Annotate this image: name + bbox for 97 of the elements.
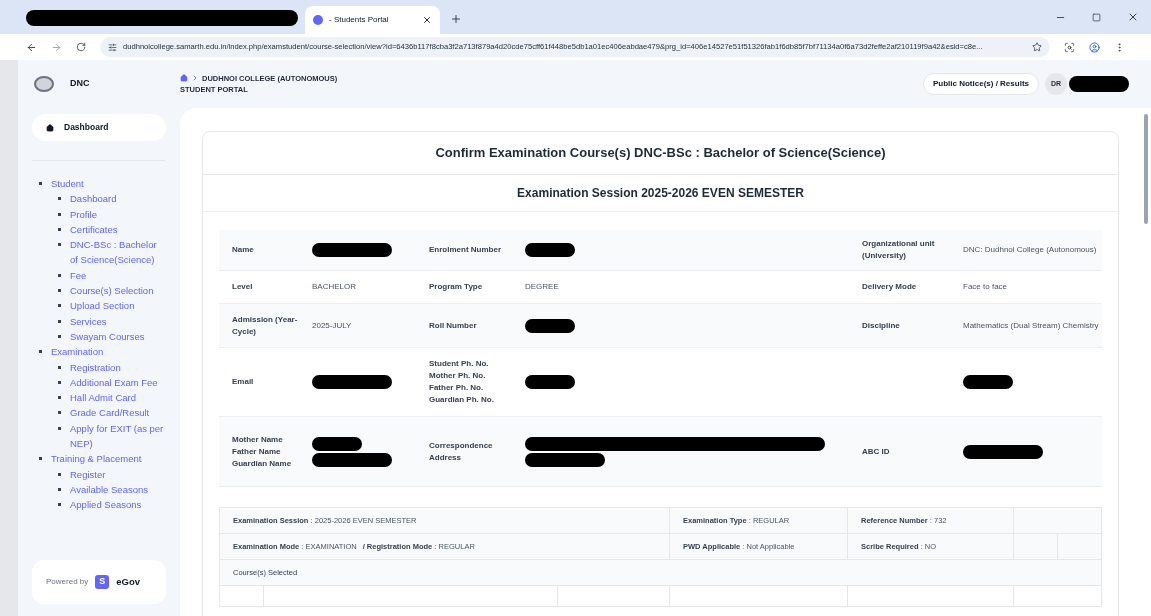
field-label: Organizational unit (University): [862, 238, 936, 262]
menu-link[interactable]: Profile: [70, 206, 97, 222]
bullet-icon: [58, 380, 61, 384]
home-icon[interactable]: [180, 74, 188, 83]
bullet-icon: [58, 503, 61, 507]
restore-icon[interactable]: [1092, 13, 1101, 22]
bullet-icon: [58, 304, 61, 308]
redaction-bar: [525, 375, 575, 389]
card-title: Confirm Examination Course(s) DNC-BSc : Bachelor of Science(Science): [435, 144, 886, 163]
dashboard-button[interactable]: Dashboard: [32, 114, 166, 141]
bullet-icon: [58, 319, 61, 323]
browser-tab[interactable]: - Students Portal: [305, 6, 440, 34]
menu-link[interactable]: Course(s) Selection: [70, 283, 154, 299]
menu-link[interactable]: Additional Exam Fee: [70, 374, 158, 391]
field-label: Admission (Year-Cycle): [232, 313, 299, 338]
field-label: Student Ph. No.: [429, 358, 490, 370]
field-label: Father Name: [232, 445, 282, 458]
bullet-icon: [58, 243, 61, 247]
bullet-icon: [58, 472, 61, 476]
powered-by-label: Powered by: [46, 576, 89, 588]
star-icon[interactable]: [1032, 42, 1042, 52]
bullet-icon: [39, 350, 42, 354]
back-icon[interactable]: [26, 41, 37, 53]
field-label: Mother Ph. No.: [429, 370, 487, 382]
menu-link[interactable]: Fee: [70, 267, 87, 284]
field-label: Level: [232, 281, 254, 293]
egov-logo-icon: S: [95, 575, 110, 589]
bullet-icon: [58, 411, 61, 415]
field-value: BACHELOR: [312, 281, 356, 293]
field-value: Face to face: [963, 281, 1008, 293]
menu-link[interactable]: Upload Section: [70, 298, 135, 314]
menu-link[interactable]: Services: [70, 313, 107, 329]
field-value: DEGREE: [525, 281, 559, 293]
address-field[interactable]: [100, 37, 1050, 57]
field-label: Guardian Name: [232, 457, 293, 470]
bullet-icon: [58, 273, 61, 277]
menu-link[interactable]: Registration: [70, 359, 121, 375]
bullet-icon: [58, 197, 61, 201]
field-label: Email: [232, 376, 255, 388]
redaction-bar: [963, 375, 1013, 389]
home-icon: [46, 123, 54, 132]
bullet-icon: [58, 334, 61, 338]
menu-link[interactable]: Examination: [51, 344, 104, 360]
new-tab-icon[interactable]: [450, 13, 462, 25]
redaction-bar: [1069, 76, 1129, 92]
bullet-icon: [58, 289, 61, 293]
menu-link[interactable]: Hall Admit Card: [70, 390, 136, 406]
field-label: Program Type: [429, 281, 484, 293]
field-value: DNC: Dudhnoi College (Autonomous): [963, 244, 1097, 256]
menu-link[interactable]: Training & Placement: [51, 451, 142, 467]
bullet-icon: [58, 212, 61, 216]
tab-title: - Students Portal: [329, 14, 390, 26]
menu-link[interactable]: Swayam Courses: [70, 328, 145, 345]
field-label: Mother Name: [232, 433, 284, 446]
site-logo-icon: [313, 15, 323, 25]
college-emblem-icon: [34, 76, 54, 92]
site-settings-icon[interactable]: [108, 42, 117, 52]
menu-link[interactable]: Dashboard: [70, 191, 117, 207]
field-label: ABC ID: [862, 445, 891, 458]
profile-icon[interactable]: [1089, 41, 1100, 53]
bullet-icon: [58, 365, 61, 369]
scrollbar[interactable]: [1140, 108, 1151, 616]
bullet-icon: [58, 487, 61, 491]
field-value: 2025-JULY: [312, 319, 352, 332]
close-icon[interactable]: [422, 15, 432, 25]
field-label: Enrolment Number: [429, 244, 502, 256]
menu-link[interactable]: Grade Card/Result: [70, 405, 150, 421]
menu-link[interactable]: DNC-BSc : Bachelor of Science(Science): [70, 237, 166, 268]
field-label: Roll Number: [429, 319, 478, 332]
egov-brand: eGov: [116, 574, 140, 589]
field-label: Delivery Mode: [862, 281, 918, 293]
reload-icon[interactable]: [76, 42, 86, 52]
field-label: Name: [232, 244, 255, 256]
field-label: Correspondence Address: [429, 439, 494, 464]
redaction-bar: [525, 318, 575, 333]
menu-link[interactable]: Student: [51, 176, 84, 192]
field-label: Father Ph. No.: [429, 382, 485, 394]
menu-link[interactable]: Available Seasons: [70, 481, 148, 498]
session-title: Examination Session 2025-2026 EVEN SEMESTER: [517, 185, 804, 202]
menu-link[interactable]: Apply for EXIT (as per NEP): [70, 420, 166, 452]
bullet-icon: [58, 227, 61, 231]
lens-icon[interactable]: [1064, 41, 1075, 53]
menu-link[interactable]: Register: [70, 466, 106, 482]
menu-link[interactable]: Applied Seasons: [70, 497, 142, 513]
chevron-icon: [191, 74, 199, 83]
bullet-icon: [58, 426, 61, 430]
bullet-icon: [39, 182, 42, 185]
bullet-icon: [39, 457, 42, 461]
field-label: Guardian Ph. No.: [429, 394, 495, 406]
close-icon[interactable]: [1127, 11, 1139, 23]
brand-name: DNC: [70, 77, 90, 91]
field-label: Discipline: [862, 319, 901, 332]
field-value: Mathematics (Dual Stream) Chemistry: [963, 319, 1099, 332]
redaction-bar: [525, 243, 575, 257]
public-notice-button[interactable]: Public Notice(s) / Results: [922, 73, 1039, 95]
menu-link[interactable]: Certificates: [70, 221, 118, 238]
bullet-icon: [58, 396, 61, 400]
